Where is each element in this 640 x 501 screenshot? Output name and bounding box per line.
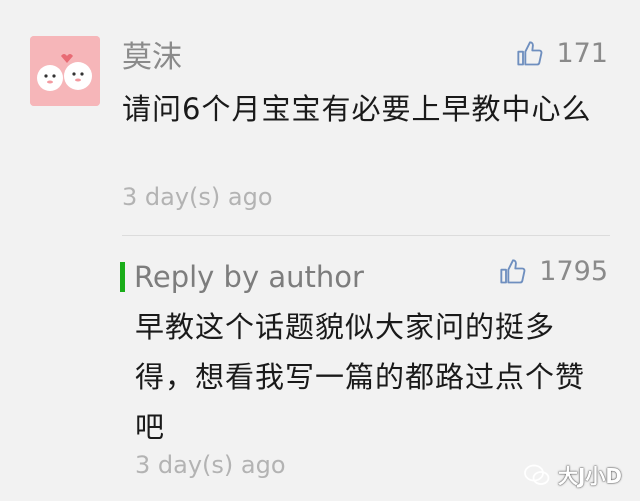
comment-like-button[interactable]: 171 [516,38,608,69]
comment-like-count: 171 [556,38,608,69]
comment-username[interactable]: 莫沫 [122,38,182,78]
reply-accent-bar [120,262,125,292]
comment-avatar[interactable] [30,36,100,106]
sheep-avatar-icon [30,36,100,106]
thumbs-up-icon [517,40,543,65]
reply-like-count: 1795 [539,256,608,287]
comment-text: 请问6个月宝宝有必要上早教中心么 [122,92,592,126]
watermark: 大J小D [524,460,622,489]
reply-like-button[interactable]: 1795 [499,256,608,287]
reply-text: 早教这个话题貌似大家问的挺多得，想看我写一篇的都路过点个赞吧 [135,310,586,444]
reply-timestamp: 3 day(s) ago [135,451,286,479]
divider [122,235,610,236]
watermark-text: 大J小D [557,464,622,488]
wechat-icon [524,464,550,485]
reply-label: Reply by author [134,260,364,294]
comment-timestamp: 3 day(s) ago [122,183,273,211]
thumbs-up-icon [500,258,526,283]
